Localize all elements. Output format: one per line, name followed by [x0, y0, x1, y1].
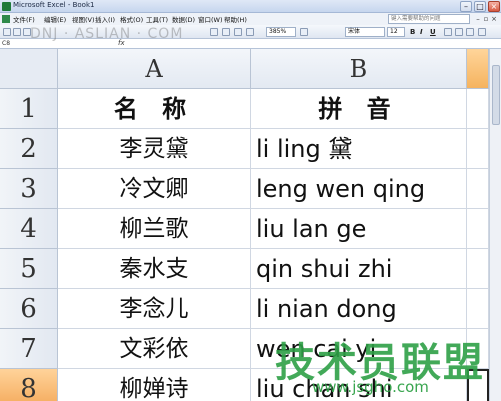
menu-format[interactable]: 格式(O) — [120, 14, 143, 24]
cell-b4[interactable]: liu lan ge — [251, 209, 467, 249]
cell-a7[interactable]: 文彩依 — [58, 329, 251, 369]
menu-tools[interactable]: 工具(T) — [146, 14, 168, 24]
row-header-2[interactable]: 2 — [0, 129, 58, 169]
align-center-icon[interactable] — [455, 28, 463, 36]
cell-c4[interactable] — [467, 209, 489, 249]
menu-window[interactable]: 窗口(W) — [198, 14, 223, 24]
row-header-4[interactable]: 4 — [0, 209, 58, 249]
cell-a4[interactable]: 柳兰歌 — [58, 209, 251, 249]
column-header-c[interactable] — [467, 49, 489, 89]
title-bar: Microsoft Excel - Book1 – □ × — [0, 0, 501, 13]
new-icon[interactable] — [3, 28, 11, 36]
doc-minimize-icon[interactable]: – — [474, 15, 482, 23]
filter-icon[interactable] — [246, 28, 254, 36]
cell-a2[interactable]: 李灵黛 — [58, 129, 251, 169]
scrollbar-thumb[interactable] — [492, 65, 500, 125]
cell-c2[interactable] — [467, 129, 489, 169]
cell-a3[interactable]: 冷文卿 — [58, 169, 251, 209]
cell-b2[interactable]: li ling 黛 — [251, 129, 467, 169]
italic-button[interactable]: I — [420, 28, 423, 36]
help-search-input[interactable]: 键入需要帮助的问题 — [388, 14, 470, 24]
menu-view[interactable]: 视图(V) — [72, 14, 95, 24]
watermark-url: www.jsgho.com — [312, 378, 429, 396]
row-header-7[interactable]: 7 — [0, 329, 58, 369]
watermark-top: DNJ · ASLIAN · COM — [30, 26, 184, 42]
row-header-8[interactable]: 8 — [0, 369, 58, 401]
menu-file[interactable]: 文件(F) — [13, 14, 35, 24]
column-header-a[interactable]: A — [58, 49, 251, 89]
cell-c3[interactable] — [467, 169, 489, 209]
minimize-button[interactable]: – — [460, 1, 472, 12]
open-icon[interactable] — [13, 28, 21, 36]
cell-a8[interactable]: 柳婵诗 — [58, 369, 251, 401]
cell-c6[interactable] — [467, 289, 489, 329]
excel-doc-icon — [2, 15, 10, 23]
row-header-1[interactable]: 1 — [0, 89, 58, 129]
bold-button[interactable]: B — [410, 28, 415, 36]
sort-icon[interactable] — [234, 28, 242, 36]
menu-data[interactable]: 数据(D) — [172, 14, 195, 24]
close-button[interactable]: × — [488, 1, 500, 12]
cell-a6[interactable]: 李念儿 — [58, 289, 251, 329]
row-header-5[interactable]: 5 — [0, 249, 58, 289]
menu-bar: 文件(F) 编辑(E) 视图(V) 插入(I) 格式(O) 工具(T) 数据(D… — [0, 13, 501, 25]
zoom-select[interactable]: 385% — [266, 27, 296, 37]
cell-c5[interactable] — [467, 249, 489, 289]
menu-help[interactable]: 帮助(H) — [224, 14, 247, 24]
drawing-icon[interactable] — [222, 28, 230, 36]
menu-edit[interactable]: 编辑(E) — [44, 14, 66, 24]
menu-insert[interactable]: 插入(I) — [95, 14, 115, 24]
merge-icon[interactable] — [478, 28, 486, 36]
maximize-button[interactable]: □ — [474, 1, 486, 12]
column-header-b[interactable]: B — [251, 49, 467, 89]
cell-b1[interactable]: 拼 音 — [251, 89, 467, 129]
cell-a1[interactable]: 名 称 — [58, 89, 251, 129]
excel-app-icon — [2, 2, 11, 11]
font-size-select[interactable]: 12 — [387, 27, 405, 37]
row-header-3[interactable]: 3 — [0, 169, 58, 209]
cell-a5[interactable]: 秦水支 — [58, 249, 251, 289]
select-all-corner[interactable] — [0, 49, 58, 89]
cell-b3[interactable]: leng wen qing — [251, 169, 467, 209]
doc-close-icon[interactable]: × — [490, 15, 498, 23]
cell-b5[interactable]: qin shui zhi — [251, 249, 467, 289]
vertical-scrollbar[interactable] — [489, 49, 501, 401]
underline-button[interactable]: U — [430, 28, 436, 36]
font-select[interactable]: 宋体 — [345, 27, 385, 37]
help-icon[interactable] — [300, 28, 308, 36]
align-left-icon[interactable] — [444, 28, 452, 36]
align-right-icon[interactable] — [466, 28, 474, 36]
window-title: Microsoft Excel - Book1 — [13, 1, 95, 9]
doc-restore-icon[interactable]: ▫ — [482, 15, 490, 23]
row-header-6[interactable]: 6 — [0, 289, 58, 329]
cell-c1[interactable] — [467, 89, 489, 129]
chart-icon[interactable] — [210, 28, 218, 36]
cell-b6[interactable]: li nian dong — [251, 289, 467, 329]
